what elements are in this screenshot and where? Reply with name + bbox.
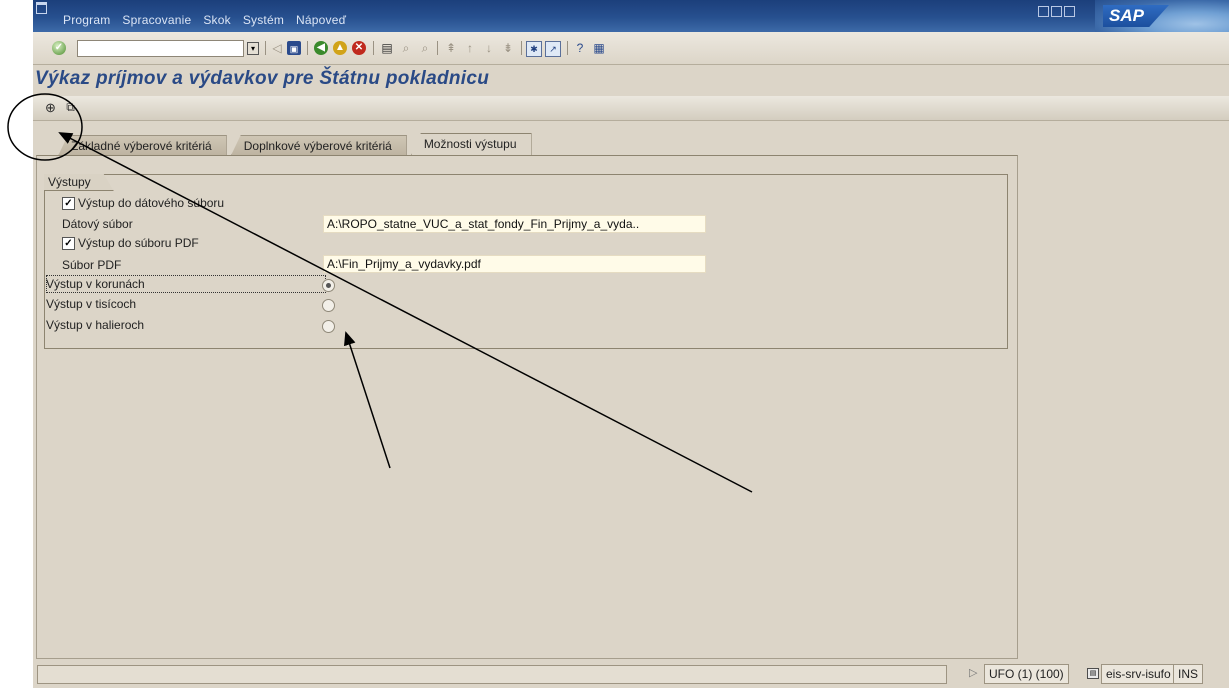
command-field[interactable] [77,40,244,57]
radio-halieroch-label: Výstup v halieroch [46,318,145,332]
menu-skok[interactable]: Skok [203,13,230,27]
cancel-icon[interactable]: ✕ [352,41,366,55]
sap-logo-area: SAP [1095,0,1229,32]
minimize-icon[interactable] [1038,6,1049,17]
menu-system[interactable]: Systém [243,13,284,27]
close-icon[interactable] [1064,6,1075,17]
command-field-dropdown-icon[interactable]: ▾ [247,42,259,55]
previous-page-icon[interactable]: ↑ [462,40,478,56]
create-session-icon[interactable]: ✱ [526,41,542,57]
next-page-icon[interactable]: ↓ [481,40,497,56]
menu-bar: Program Spracovanie Skok Systém Nápoveď … [33,0,1229,32]
radio-tisicoch[interactable] [322,299,335,312]
status-list-icon[interactable]: ▤ [1087,668,1099,679]
data-file-input[interactable]: A:\ROPO_statne_VUC_a_stat_fondy_Fin_Prij… [323,215,706,233]
radio-halieroch[interactable] [322,320,335,333]
menu-spracovanie[interactable]: Spracovanie [122,13,191,27]
first-page-icon[interactable]: ⇞ [443,40,459,56]
radio-korunach[interactable] [322,279,335,292]
help-icon[interactable]: ? [572,40,588,56]
standard-toolbar: ✓ ▾ ◁ ▣ ◀ ▲ ✕ ▤ ⌕ ⌕ ⇞ ↑ ↓ ⇟ ✱ ↗ ? ▦ [33,32,1229,65]
pdf-file-input[interactable]: A:\Fin_Prijmy_a_vydavky.pdf [323,255,706,273]
tab-additional-criteria[interactable]: Doplnkové výberové kritériá [230,135,407,156]
back-icon[interactable]: ◀ [314,41,328,55]
execute-icon[interactable]: ⊕ [42,99,59,116]
pdf-file-checkbox[interactable]: ✓ [62,237,75,250]
data-file-checkbox[interactable]: ✓ [62,197,75,210]
radio-korunach-label: Výstup v korunách [46,277,145,291]
tab-output-options[interactable]: Možnosti výstupu [410,133,532,156]
menu-napoved[interactable]: Nápoveď [296,13,346,27]
find-icon[interactable]: ⌕ [398,40,414,56]
sap-logo: SAP [1103,5,1169,27]
status-expand-icon[interactable]: ▷ [969,666,977,679]
pdf-file-label: Súbor PDF [62,258,122,272]
status-bar: ▷ UFO (1) (100) ▤ eis-srv-isufo INS [33,662,1229,688]
maximize-icon[interactable] [1051,6,1062,17]
status-mode[interactable]: INS [1173,664,1204,684]
page-title: Výkaz príjmov a výdavkov pre Štátnu pokl… [35,68,490,89]
group-title: Výstupy [44,174,114,191]
layout-menu-icon[interactable]: ▦ [591,40,607,56]
get-variant-icon[interactable]: ⧉ [62,99,79,116]
application-toolbar: ⊕ ⧉ [33,96,1229,121]
pdf-file-checkbox-label: Výstup do súboru PDF [78,236,199,250]
find-next-icon[interactable]: ⌕ [417,40,433,56]
tab-basic-criteria[interactable]: Základné výberové kritériá [58,135,227,156]
shortcut-icon[interactable]: ↗ [545,41,561,57]
last-page-icon[interactable]: ⇟ [500,40,516,56]
status-system: UFO (1) (100) [984,664,1069,684]
save-icon[interactable]: ▣ [287,41,301,55]
back-triangle-icon[interactable]: ◁ [269,40,285,56]
data-file-checkbox-label: Výstup do dátového súboru [78,196,225,210]
print-icon[interactable]: ▤ [379,40,395,56]
tab-strip: Základné výberové kritériá Doplnkové výb… [58,133,536,156]
system-menu-icon[interactable] [36,2,47,14]
status-message-area [37,665,947,684]
menu-program[interactable]: Program [63,13,110,27]
radio-tisicoch-label: Výstup v tisícoch [46,297,137,311]
enter-icon[interactable]: ✓ [52,41,66,55]
status-server: eis-srv-isufo [1101,664,1176,684]
data-file-label: Dátový súbor [62,217,133,231]
exit-icon[interactable]: ▲ [333,41,347,55]
